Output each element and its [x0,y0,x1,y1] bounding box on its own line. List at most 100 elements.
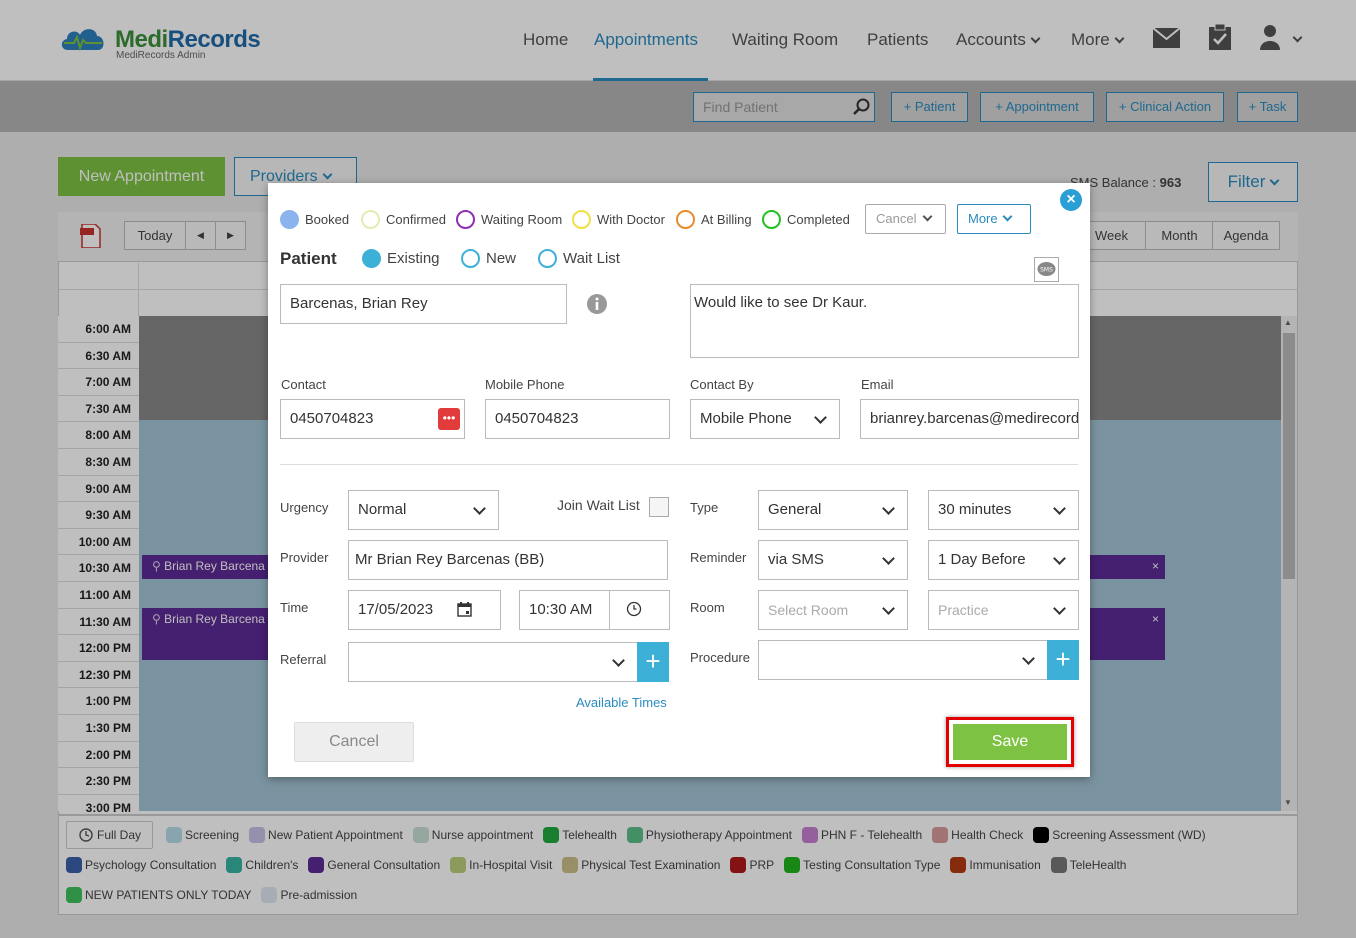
procedure-select[interactable] [758,640,1048,680]
contact-by-select[interactable]: Mobile Phone [690,399,840,439]
radio-unchecked-icon [538,248,557,268]
practice-select[interactable]: Practice [928,590,1079,630]
time-label: Time [280,600,309,615]
info-icon[interactable] [587,294,607,314]
radio-unchecked-icon [676,210,695,230]
status-option[interactable]: Completed [762,210,850,230]
cancel-status-select[interactable]: Cancel [865,204,946,234]
procedure-label: Procedure [690,650,750,665]
radio-unchecked-icon [456,210,475,230]
provider-label: Provider [280,550,329,565]
room-label: Room [690,600,725,615]
reminder-method-value: via SMS [768,551,824,568]
status-label: Completed [787,212,850,227]
patient-name-input[interactable]: Barcenas, Brian Rey [280,284,567,324]
radio-unchecked-icon [361,210,380,230]
radio-checked-icon [362,248,381,268]
calendar-icon[interactable] [457,602,472,617]
mobile-phone-input[interactable]: 0450704823 [485,399,670,439]
available-times-link[interactable]: Available Times [576,695,667,710]
plus-icon: + [1055,644,1071,674]
radio-label: New [486,250,517,267]
status-label: Confirmed [386,212,446,227]
status-label: With Doctor [597,212,665,227]
reminder-method-select[interactable]: via SMS [758,540,908,580]
more-status-label: More [968,211,998,226]
urgency-select[interactable]: Normal [348,490,499,530]
chevron-down-icon [1053,502,1066,515]
chevron-down-icon [473,502,486,515]
room-placeholder: Select Room [768,602,849,618]
svg-text:SMS: SMS [1040,267,1053,274]
type-value: General [768,501,822,518]
contact-by-value: Mobile Phone [700,410,792,427]
chevron-down-icon [814,411,827,424]
add-referral-button[interactable]: + [637,642,669,682]
status-label: Booked [305,212,350,227]
divider [280,464,1078,465]
type-select[interactable]: General [758,490,908,530]
close-dialog-button[interactable]: × [1060,189,1082,211]
cancel-button[interactable]: Cancel [294,722,414,762]
practice-placeholder: Practice [938,602,989,618]
patient-existing-radio[interactable]: Existing [362,248,440,269]
status-option[interactable]: With Doctor [572,210,665,230]
more-status-select[interactable]: More [957,204,1031,234]
room-select[interactable]: Select Room [758,590,908,630]
chevron-down-icon [1022,652,1035,665]
close-icon: × [1066,191,1076,208]
status-option[interactable]: Waiting Room [456,210,562,230]
chevron-down-icon [882,502,895,515]
radio-label: Existing [387,250,440,267]
appointment-dialog [268,183,1090,777]
type-label: Type [690,500,719,515]
reminder-timing-value: 1 Day Before [938,551,1026,568]
urgency-value: Normal [358,501,407,518]
cancel-status-label: Cancel [876,211,917,226]
chevron-down-icon [882,602,895,615]
phone-keypad-icon[interactable]: ••• [438,408,460,430]
reminder-timing-select[interactable]: 1 Day Before [928,540,1079,580]
chevron-down-icon [612,654,625,667]
referral-select[interactable] [348,642,638,682]
radio-label: Wait List [563,250,620,267]
status-option[interactable]: Booked [280,210,349,230]
chevron-down-icon [1053,552,1066,565]
appointment-notes-textarea[interactable]: Would like to see Dr Kaur. [690,284,1079,358]
join-wait-list-checkbox[interactable] [649,497,669,517]
modal-backdrop-top[interactable] [0,0,1356,81]
status-option[interactable]: At Billing [676,210,752,230]
radio-unchecked-icon [572,210,591,230]
contact-by-label: Contact By [690,377,754,392]
join-wait-list-label: Join Wait List [557,497,640,513]
save-button[interactable]: Save [953,724,1067,760]
status-label: Waiting Room [481,212,563,227]
time-picker-button[interactable] [609,590,670,630]
radio-unchecked-icon [461,248,480,268]
email-label: Email [861,377,894,392]
patient-new-radio[interactable]: New [461,248,517,269]
date-input[interactable]: 17/05/2023 [348,590,501,630]
status-option[interactable]: Confirmed [361,210,446,230]
chevron-down-icon [1053,602,1066,615]
clock-icon [626,601,642,617]
urgency-label: Urgency [280,500,329,515]
time-input[interactable]: 10:30 AM [519,590,610,630]
email-input[interactable]: brianrey.barcenas@medirecords.com [860,399,1079,439]
mobile-phone-label: Mobile Phone [485,377,565,392]
chevron-down-icon [923,211,933,222]
referral-label: Referral [280,652,327,667]
add-procedure-button[interactable]: + [1047,640,1079,680]
status-label: At Billing [701,212,752,227]
provider-input[interactable]: Mr Brian Rey Barcenas (BB) [348,540,668,580]
duration-select[interactable]: 30 minutes [928,490,1079,530]
reminder-label: Reminder [690,550,747,565]
contact-label: Contact [281,377,326,392]
radio-checked-icon [280,210,299,230]
duration-value: 30 minutes [938,501,1012,518]
chevron-down-icon [1002,211,1013,222]
sms-icon[interactable]: SMS [1034,257,1059,282]
patient-wait-list-radio[interactable]: Wait List [538,248,620,269]
patient-heading: Patient [280,249,337,268]
radio-unchecked-icon [762,210,781,230]
